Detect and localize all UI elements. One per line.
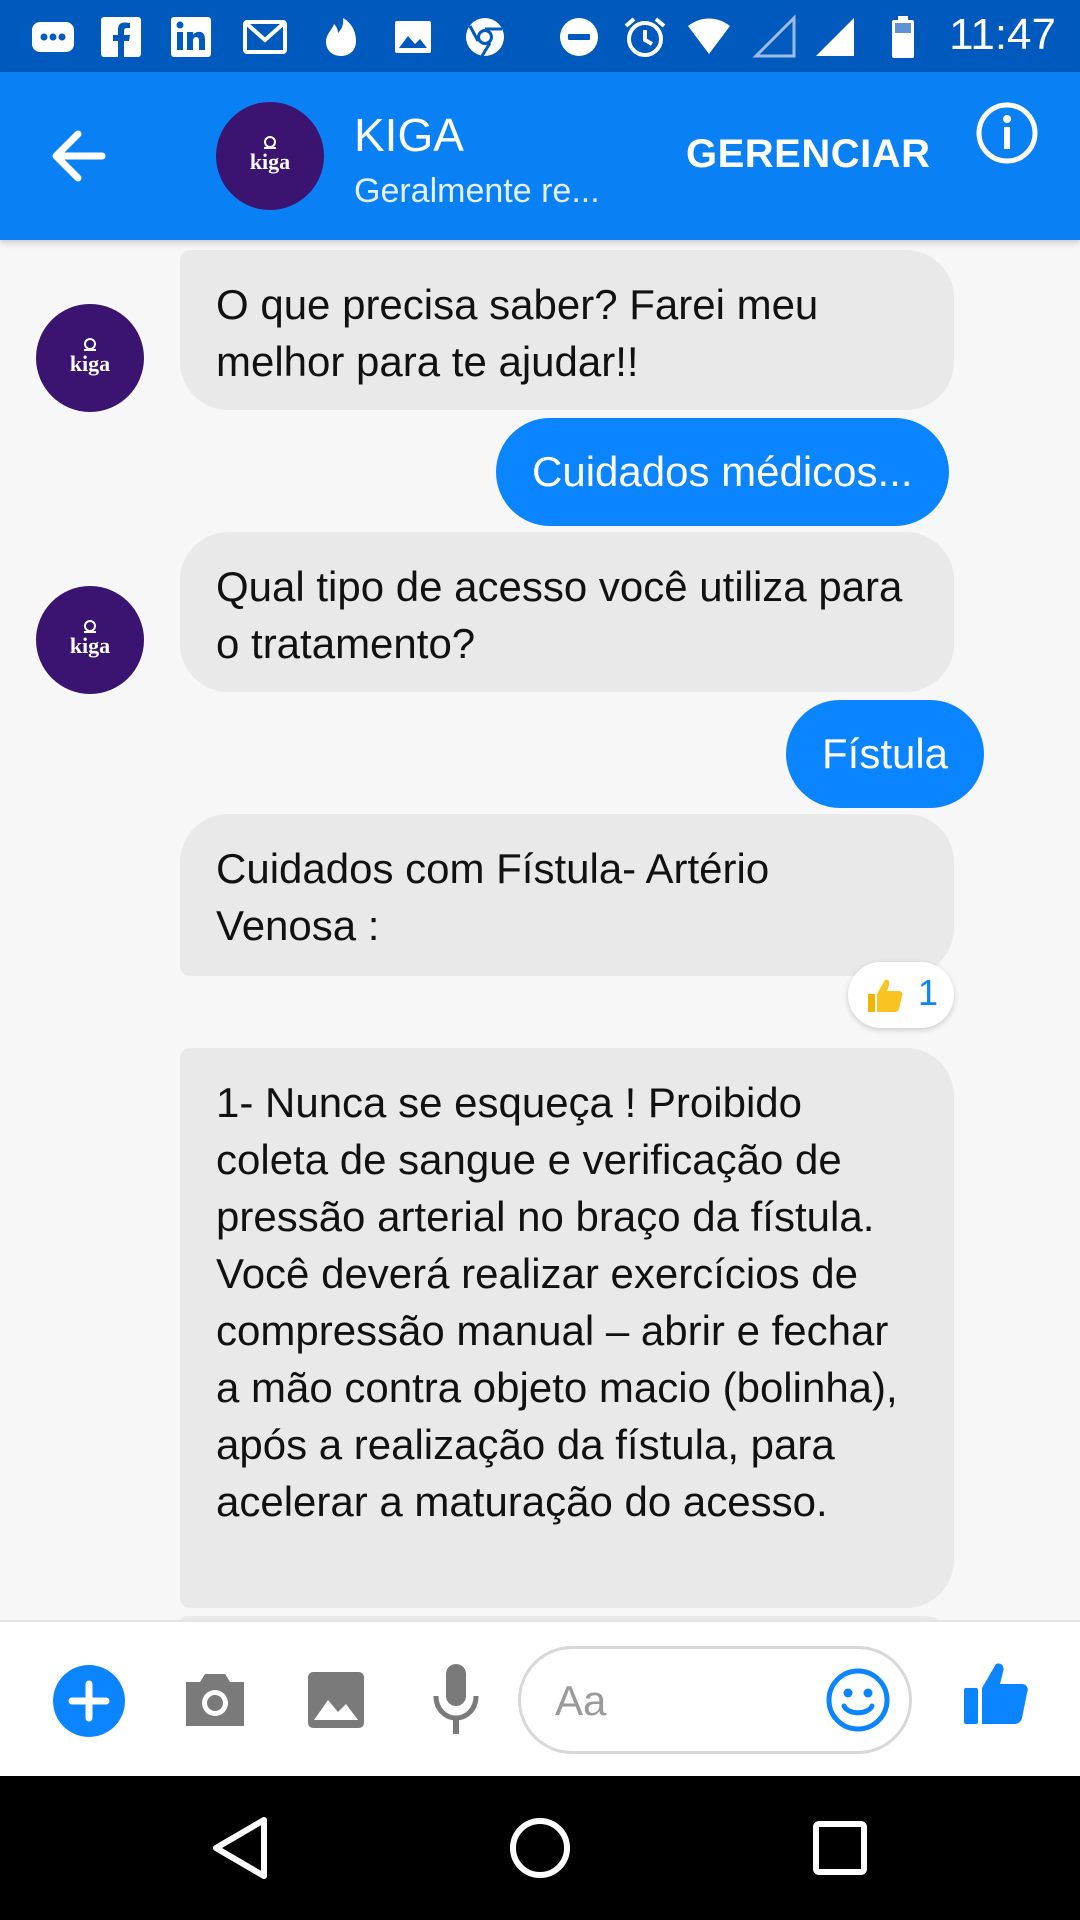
nav-home-button[interactable] (504, 1812, 576, 1884)
reaction-count: 1 (918, 972, 939, 1013)
arrow-left-icon (52, 130, 106, 182)
incoming-message[interactable]: O que precisa saber? Farei meu melhor pa… (180, 250, 954, 410)
reaction-badge[interactable]: 1 (848, 962, 954, 1028)
alarm-icon (622, 14, 668, 60)
camera-button[interactable] (182, 1670, 248, 1730)
camera-icon (186, 1674, 244, 1726)
linkedin-icon (168, 14, 214, 60)
avatar[interactable]: kiga (216, 102, 324, 210)
gallery-button[interactable] (306, 1670, 366, 1730)
nav-back-button[interactable] (206, 1812, 278, 1884)
smiley-icon (826, 1668, 890, 1732)
conversation-header: kiga KIGA Geralmente re... GERENCIAR (0, 72, 1080, 240)
kiga-logo-icon: kiga (70, 338, 110, 376)
nav-recents-button[interactable] (804, 1812, 876, 1884)
android-nav-bar (0, 1776, 1080, 1920)
tinder-icon (318, 14, 364, 60)
voice-button[interactable] (432, 1662, 480, 1738)
avatar-text: kiga (70, 633, 110, 658)
microphone-icon (433, 1664, 479, 1734)
kiga-logo-icon: kiga (250, 136, 290, 174)
message-input-pill[interactable] (518, 1646, 912, 1754)
avatar-text: kiga (70, 351, 110, 376)
avatar[interactable]: kiga (36, 304, 144, 412)
more-actions-button[interactable] (52, 1664, 126, 1738)
signal-empty-icon (752, 14, 798, 60)
outgoing-message[interactable]: Fístula (786, 700, 985, 808)
facebook-icon (98, 14, 144, 60)
signal-icon (812, 14, 858, 60)
outgoing-message[interactable]: Cuidados médicos... (496, 418, 949, 526)
image-icon (308, 1672, 364, 1728)
back-button[interactable] (40, 116, 130, 196)
info-icon (976, 102, 1038, 164)
thumbs-up-icon (868, 979, 903, 1012)
gmail-icon (242, 14, 288, 60)
circle-home-icon (510, 1818, 570, 1878)
message-composer (0, 1620, 1080, 1776)
gallery-icon (390, 14, 436, 60)
conversation-title[interactable]: KIGA (354, 108, 464, 162)
emoji-button[interactable] (825, 1667, 891, 1733)
square-recents-icon (813, 1821, 867, 1875)
messenger-icon (30, 14, 76, 60)
manage-button[interactable]: GERENCIAR (686, 132, 931, 177)
avatar-text: kiga (250, 149, 290, 174)
plus-icon (53, 1665, 125, 1737)
incoming-message[interactable]: 1- Nunca se esqueça ! Proibido coleta de… (180, 1048, 954, 1608)
info-button[interactable] (974, 100, 1040, 166)
do-not-disturb-icon (556, 14, 602, 60)
battery-icon (880, 14, 926, 60)
status-bar: 11:47 (0, 0, 1080, 72)
avatar[interactable]: kiga (36, 586, 144, 694)
like-button[interactable] (960, 1658, 1032, 1730)
message-list[interactable]: kiga O que precisa saber? Farei meu melh… (0, 240, 1080, 1620)
incoming-message[interactable]: Qual tipo de acesso você utiliza para o … (180, 532, 954, 692)
message-input[interactable] (555, 1669, 815, 1733)
chrome-icon (462, 14, 508, 60)
triangle-back-icon (213, 1817, 267, 1879)
thumbs-up-icon (964, 1663, 1028, 1724)
kiga-logo-icon: kiga (70, 620, 110, 658)
incoming-message[interactable]: Cuidados com Fístula- Artério Venosa : (180, 814, 954, 976)
status-time: 11:47 (949, 10, 1056, 59)
conversation-subtitle: Geralmente re... (354, 172, 600, 210)
wifi-icon (686, 14, 732, 60)
